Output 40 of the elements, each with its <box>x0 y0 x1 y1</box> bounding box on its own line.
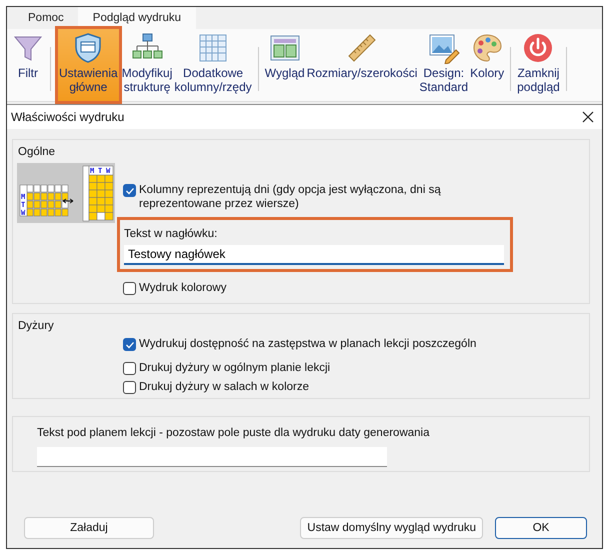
ribbon-button[interactable]: Design: Standard <box>418 29 470 101</box>
timetable-grid-drawing <box>20 184 68 216</box>
text-field[interactable] <box>37 447 387 467</box>
dialog-button[interactable]: Załaduj <box>24 517 154 539</box>
dialog-button[interactable]: Ustaw domyślny wygląd wydruku <box>300 517 483 539</box>
ribbon-button[interactable]: Modyfikuj strukturę <box>120 29 174 101</box>
palette-icon <box>471 32 504 64</box>
checkbox[interactable] <box>123 362 136 375</box>
checkbox[interactable] <box>123 338 136 351</box>
text-field[interactable]: Testowy nagłówek <box>124 245 504 265</box>
checkbox[interactable] <box>123 184 136 197</box>
checkbox-label: Wydrukuj dostępność na zastępstwa w planach lekcji poszczególn <box>139 337 476 351</box>
ribbon-button[interactable]: Rozmiary/szerokości <box>306 29 418 101</box>
checkbox-label: Kolumny reprezentują dni (gdy opcja jest wyłączona, dni są reprezentowane przez wiersze) <box>139 183 442 211</box>
ribbon-button[interactable]: Filtr <box>11 29 45 101</box>
swap-arrow-icon <box>62 198 74 204</box>
ribbon-button[interactable]: Kolory <box>469 29 506 101</box>
group-title: Dyżury <box>17 319 55 333</box>
checkbox-label: Drukuj dyżury w ogólnym planie lekcji <box>139 361 330 375</box>
field-label: Tekst w nagłówku: <box>124 228 218 240</box>
ribbon-button[interactable]: Ustawienia główne <box>58 29 119 101</box>
picture-pencil-icon <box>428 32 460 64</box>
ribbon-button[interactable]: Wygląd <box>264 29 306 101</box>
checkbox[interactable] <box>123 381 136 394</box>
checkbox-label: Drukuj dyżury w salach w kolorze <box>139 380 310 394</box>
group-title: Ogólne <box>17 145 56 159</box>
field-label: Tekst pod planem lekcji - pozostaw pole puste dla wydruku daty generowania <box>37 427 430 439</box>
ribbon-button[interactable]: Dodatkowe kolumny/rzędy <box>173 29 253 101</box>
table-grid-icon <box>197 32 230 64</box>
checkbox-label: Wydruk kolorowy <box>139 281 226 295</box>
dialog-title: Właściwości wydruku <box>11 110 124 124</box>
power-icon <box>522 32 554 64</box>
timetable-grid-drawing <box>82 166 114 222</box>
checkbox[interactable] <box>123 282 136 295</box>
ribbon-tab[interactable]: Podgląd wydruku <box>78 7 196 29</box>
ruler-icon <box>346 32 378 64</box>
dialog-button[interactable]: OK <box>495 517 587 539</box>
close-icon[interactable] <box>582 111 594 123</box>
ribbon-button[interactable]: Zamknij podgląd <box>516 29 561 101</box>
ribbon-tab[interactable]: Pomoc <box>14 7 78 29</box>
